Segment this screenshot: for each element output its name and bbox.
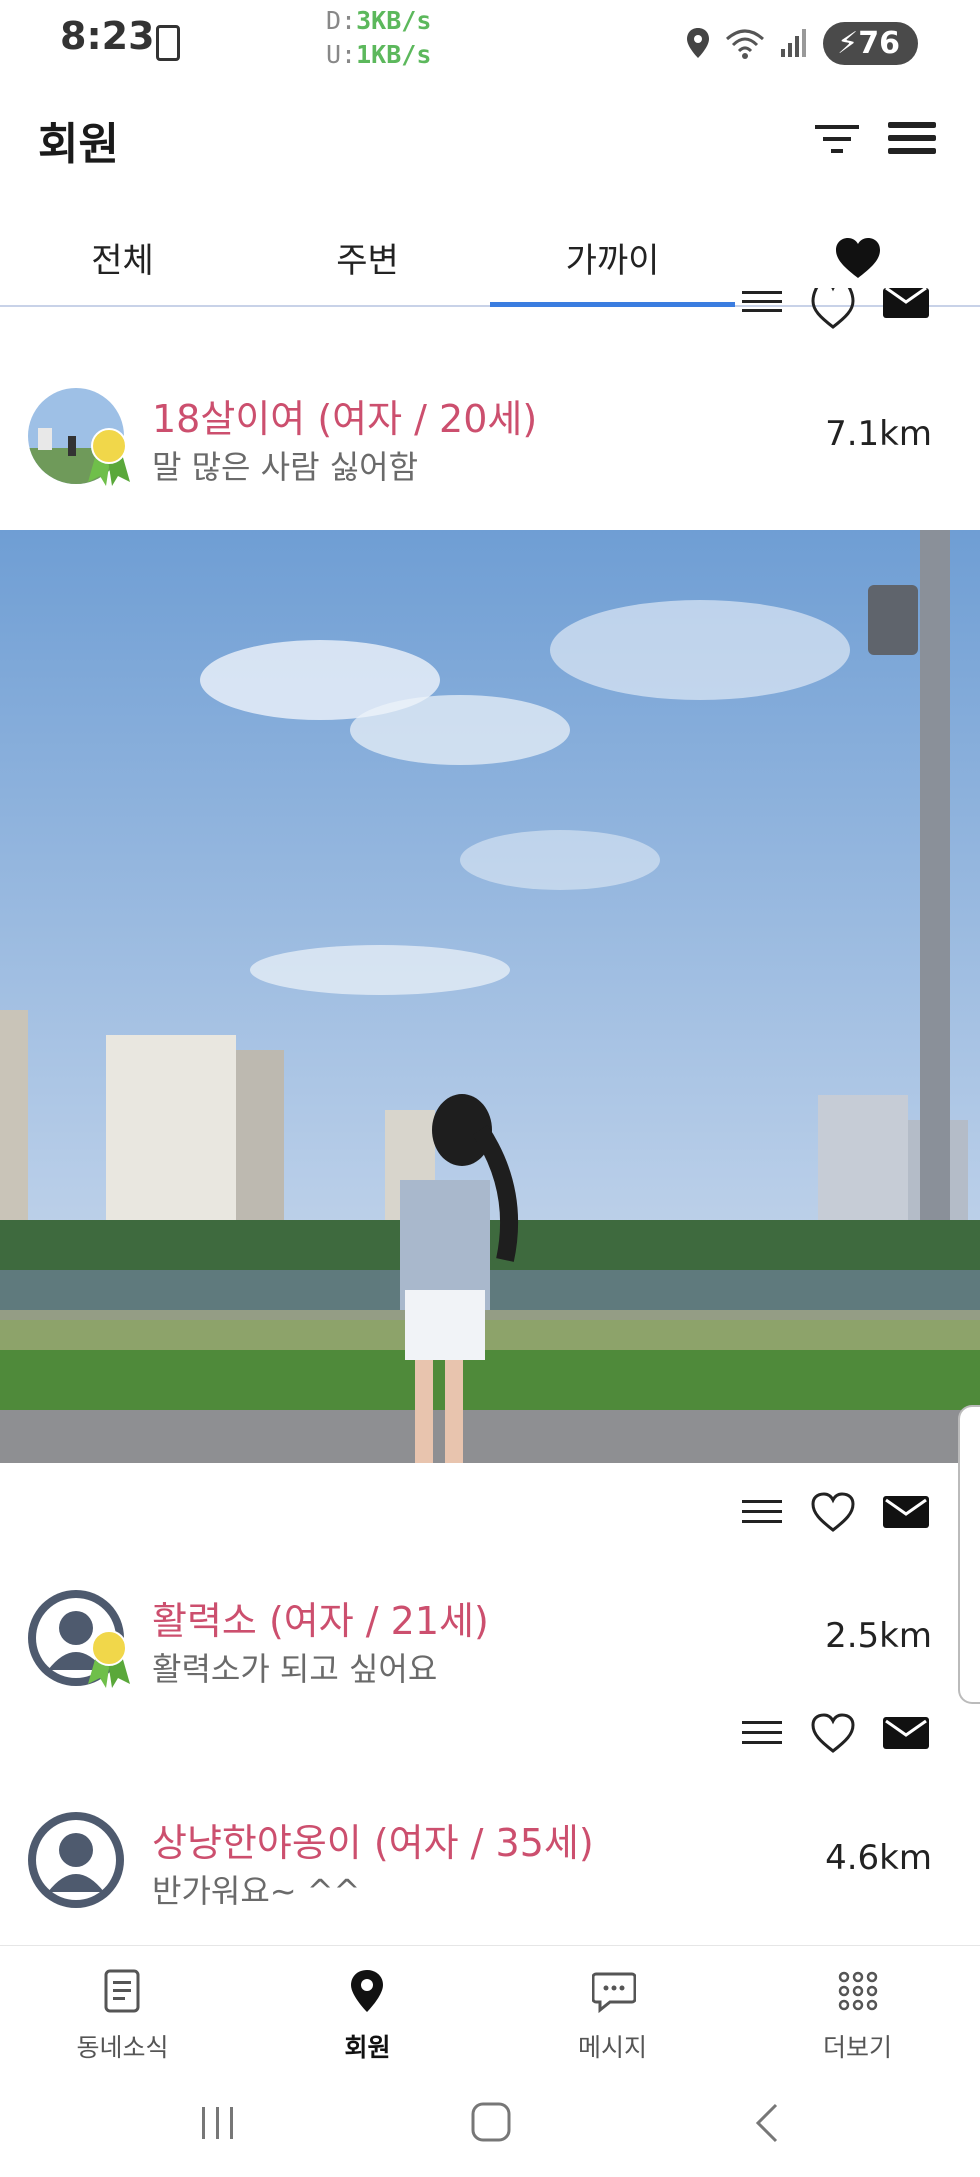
tab-nearby-label: 주변 (336, 241, 399, 281)
heart-icon (835, 237, 880, 278)
medal-badge-icon (88, 1630, 130, 1688)
page-title: 회원 (38, 119, 119, 170)
battery-indicator: ⚡76 (823, 21, 918, 65)
menu-icon[interactable] (888, 118, 936, 158)
tab-nearby[interactable]: 주변 (245, 210, 490, 305)
nav-news[interactable]: 동네소식 (0, 1946, 245, 2074)
nav-messages[interactable]: 메시지 (490, 1946, 735, 2074)
avatar (28, 1812, 124, 1908)
member-photo[interactable] (0, 530, 980, 1463)
tab-close[interactable]: 가까이 (490, 210, 735, 307)
member-intro: 반가워요~ ^^ (152, 1872, 361, 1910)
medal-badge-icon (88, 428, 130, 486)
location-pin-icon (351, 1970, 383, 2012)
scrollbar-handle[interactable] (958, 1405, 980, 1704)
member-intro: 말 많은 사람 싫어함 (152, 448, 419, 486)
list-icon[interactable] (740, 1494, 784, 1530)
news-icon (104, 1969, 140, 2013)
list-icon[interactable] (740, 1715, 784, 1751)
home-icon[interactable] (470, 2101, 512, 2143)
nav-messages-label: 메시지 (577, 2033, 647, 2062)
battery-charging-icon (156, 25, 180, 61)
member-name: 상냥한야옹이 (여자 / 35세) (152, 1821, 594, 1865)
location-icon (687, 28, 710, 58)
tab-close-label: 가까이 (565, 241, 660, 281)
download-label: D: (326, 6, 357, 35)
signal-icon (781, 29, 807, 57)
upload-speed: 1KB/s (356, 40, 432, 69)
heart-outline-icon[interactable] (810, 1491, 856, 1533)
heart-outline-icon[interactable] (810, 1712, 856, 1754)
upload-label: U: (326, 40, 357, 69)
member-distance: 4.6km (825, 1838, 932, 1878)
list-icon[interactable] (740, 288, 784, 330)
list-item[interactable]: 상냥한야옹이 (여자 / 35세) 반가워요~ ^^ 4.6km (0, 1812, 980, 1952)
download-speed: 3KB/s (356, 6, 432, 35)
status-bar: 8:23 D:3KB/s U:1KB/s ⚡76 (0, 0, 980, 90)
wifi-icon (726, 29, 765, 59)
nav-more[interactable]: 더보기 (735, 1946, 980, 2074)
member-actions (740, 1708, 930, 1758)
back-icon[interactable] (748, 2101, 784, 2145)
tab-all[interactable]: 전체 (0, 210, 245, 305)
member-actions-prev (740, 288, 930, 330)
chat-icon (592, 1972, 636, 2014)
member-distance: 7.1km (825, 414, 932, 454)
system-nav-bar (0, 2073, 980, 2177)
member-name: 활력소 (여자 / 21세) (152, 1599, 489, 1643)
nav-members[interactable]: 회원 (245, 1946, 490, 2074)
nav-members-label: 회원 (344, 2033, 391, 2062)
bottom-nav: 동네소식 회원 메시지 더보기 (0, 1945, 980, 2074)
network-speed: D:3KB/s U:1KB/s (326, 4, 431, 72)
tab-all-label: 전체 (91, 241, 154, 281)
battery-level: 76 (858, 25, 900, 61)
status-time: 8:23 (60, 14, 155, 58)
member-name: 18살이여 (여자 / 20세) (152, 397, 538, 441)
mail-icon[interactable] (882, 1494, 930, 1530)
mail-icon[interactable] (882, 288, 930, 330)
status-icons: ⚡76 (685, 18, 918, 68)
member-intro: 활력소가 되고 싶어요 (152, 1650, 438, 1688)
list-item[interactable]: 18살이여 (여자 / 20세) 말 많은 사람 싫어함 7.1km (0, 388, 980, 528)
nav-news-label: 동네소식 (76, 2033, 169, 2062)
filter-icon[interactable] (815, 122, 859, 156)
member-actions (740, 1487, 930, 1537)
member-distance: 2.5km (825, 1616, 932, 1656)
nav-more-label: 더보기 (822, 2033, 892, 2062)
app-bar: 회원 (0, 90, 980, 200)
heart-outline-icon[interactable] (810, 288, 856, 330)
mail-icon[interactable] (882, 1715, 930, 1751)
recents-icon[interactable] (198, 2103, 238, 2143)
grid-icon (838, 1971, 878, 2011)
